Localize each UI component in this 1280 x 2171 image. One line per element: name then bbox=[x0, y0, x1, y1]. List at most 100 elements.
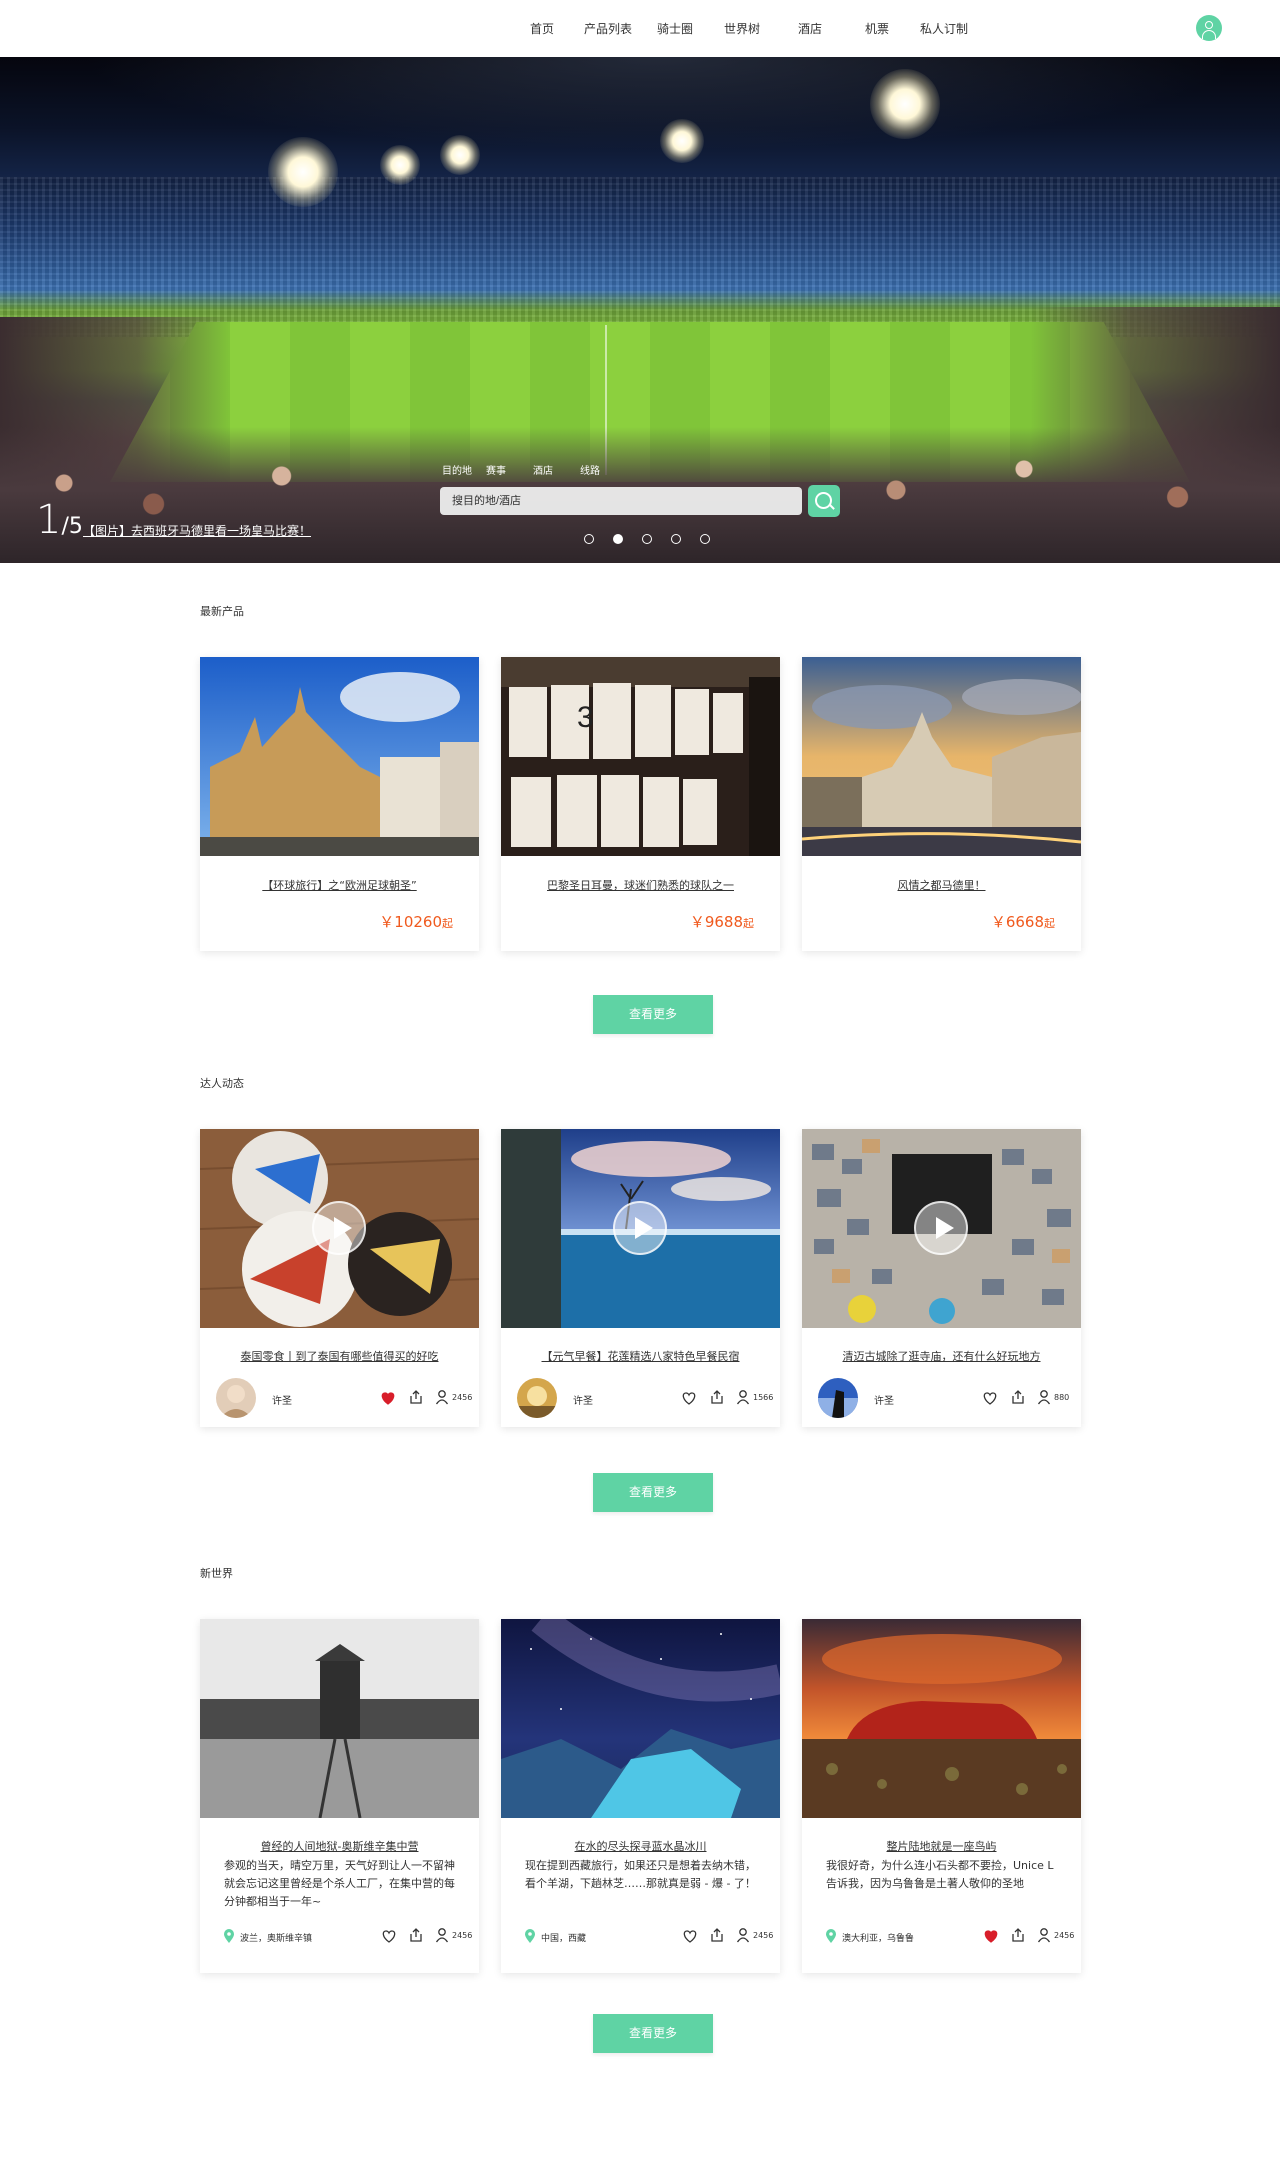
author-name: 许圣 bbox=[272, 1396, 292, 1407]
product-title[interactable]: 巴黎圣日耳曼，球迷们熟悉的球队之一 bbox=[501, 877, 780, 893]
location-text: 中国，西藏 bbox=[541, 1934, 587, 1944]
article-description: 现在提到西藏旅行，如果还只是想着去纳木错，看个羊湖，下趟林芝……那就真是弱 - … bbox=[525, 1859, 756, 1890]
play-video-icon[interactable] bbox=[914, 1201, 968, 1255]
search-input[interactable] bbox=[440, 487, 802, 515]
cathedral-photo bbox=[200, 657, 479, 856]
madrid-street-photo bbox=[802, 657, 1081, 856]
share-icon[interactable] bbox=[1010, 1927, 1026, 1943]
share-icon[interactable] bbox=[408, 1389, 424, 1405]
play-video-icon[interactable] bbox=[312, 1201, 366, 1255]
world-article-card[interactable]: 整片陆地就是一座鸟屿 我很好奇，为什么连小石头都不要捡，Unice L告诉我，因… bbox=[802, 1619, 1081, 1973]
article-title[interactable]: 整片陆地就是一座鸟屿 bbox=[802, 1838, 1081, 1854]
section-title-expert-posts: 达人动态 bbox=[200, 1077, 244, 1090]
avatar[interactable] bbox=[216, 1378, 256, 1418]
product-title[interactable]: 风情之都马德里！ bbox=[802, 877, 1081, 893]
svg-text:3: 3 bbox=[577, 701, 594, 734]
author-name: 许圣 bbox=[573, 1396, 593, 1407]
user-icon bbox=[435, 1390, 449, 1405]
user-icon bbox=[736, 1390, 750, 1405]
jersey-shop-photo: 3 bbox=[501, 657, 780, 856]
avatar[interactable] bbox=[818, 1378, 858, 1418]
location-pin-icon bbox=[224, 1929, 234, 1943]
view-count: 2456 bbox=[753, 1931, 774, 1940]
location-text: 澳大利亚，乌鲁鲁 bbox=[842, 1934, 915, 1944]
view-more-world-button[interactable]: 查看更多 bbox=[593, 2014, 713, 2053]
product-price: ￥10260起 bbox=[379, 913, 453, 931]
carousel-dot[interactable] bbox=[671, 534, 681, 544]
slide-counter: 1/5 bbox=[36, 497, 83, 543]
article-description: 参观的当天，晴空万里，天气好到让人一不留神就会忘记这里曾经是个杀人工厂，在集中营… bbox=[224, 1859, 455, 1908]
search-tab-events[interactable]: 赛事 bbox=[486, 462, 506, 477]
stadium-light bbox=[380, 145, 420, 185]
product-price: ￥9688起 bbox=[689, 913, 754, 931]
nav-item-world-tree[interactable]: 世界树 bbox=[724, 20, 760, 37]
user-icon bbox=[435, 1928, 449, 1943]
search-tab-hotel[interactable]: 酒店 bbox=[533, 462, 553, 477]
heart-icon[interactable] bbox=[983, 1928, 999, 1944]
pool-sunset-photo bbox=[501, 1129, 780, 1328]
heart-icon[interactable] bbox=[380, 1390, 396, 1406]
share-icon[interactable] bbox=[709, 1927, 725, 1943]
post-title[interactable]: 清迈古城除了逛寺庙，还有什么好玩地方 bbox=[802, 1348, 1081, 1364]
nav-item-custom-tour[interactable]: 私人订制 bbox=[920, 20, 968, 37]
heart-icon[interactable] bbox=[681, 1390, 697, 1406]
stadium-light bbox=[870, 69, 940, 139]
view-count: 880 bbox=[1054, 1393, 1070, 1402]
nav-item-home[interactable]: 首页 bbox=[530, 20, 554, 37]
auschwitz-photo bbox=[200, 1619, 479, 1818]
heart-icon[interactable] bbox=[381, 1928, 397, 1944]
product-title[interactable]: 【环球旅行】之“欧洲足球朝圣” bbox=[200, 877, 479, 893]
carousel-dot[interactable] bbox=[613, 534, 623, 544]
location-pin-icon bbox=[525, 1929, 535, 1943]
article-title[interactable]: 曾经的人间地狱-奥斯维辛集中营 bbox=[200, 1838, 479, 1854]
world-article-card[interactable]: 在水的尽头探寻蓝水晶冰川 现在提到西藏旅行，如果还只是想着去纳木错，看个羊湖，下… bbox=[501, 1619, 780, 1973]
carousel-dot[interactable] bbox=[700, 534, 710, 544]
carousel-dot[interactable] bbox=[584, 534, 594, 544]
share-icon[interactable] bbox=[709, 1389, 725, 1405]
user-icon[interactable] bbox=[1196, 15, 1222, 41]
product-card[interactable]: 【环球旅行】之“欧洲足球朝圣” ￥10260起 bbox=[200, 657, 479, 951]
view-more-posts-button[interactable]: 查看更多 bbox=[593, 1473, 713, 1512]
expert-post-card[interactable]: 清迈古城除了逛寺庙，还有什么好玩地方 许圣 880 bbox=[802, 1129, 1081, 1427]
search-tab-routes[interactable]: 线路 bbox=[580, 462, 600, 477]
view-count: 2456 bbox=[452, 1931, 473, 1940]
heart-icon[interactable] bbox=[682, 1928, 698, 1944]
view-count: 2456 bbox=[1054, 1931, 1075, 1940]
section-title-new-world: 新世界 bbox=[200, 1567, 233, 1580]
nav-item-product-list[interactable]: 产品列表 bbox=[584, 20, 632, 37]
heart-icon[interactable] bbox=[982, 1390, 998, 1406]
glacier-night-photo bbox=[501, 1619, 780, 1818]
post-title[interactable]: 【元气早餐】花莲精选八家特色早餐民宿 bbox=[501, 1348, 780, 1364]
product-card[interactable]: 风情之都马德里！ ￥6668起 bbox=[802, 657, 1081, 951]
share-icon[interactable] bbox=[408, 1927, 424, 1943]
nav-item-knight-circle[interactable]: 骑士圈 bbox=[657, 20, 693, 37]
nav-item-hotel[interactable]: 酒店 bbox=[798, 20, 822, 37]
uluru-sunset-photo bbox=[802, 1619, 1081, 1818]
search-tab-destination[interactable]: 目的地 bbox=[442, 462, 472, 477]
nav-item-flights[interactable]: 机票 bbox=[865, 20, 889, 37]
share-icon[interactable] bbox=[1010, 1389, 1026, 1405]
post-title[interactable]: 泰国零食丨到了泰国有哪些值得买的好吃 bbox=[200, 1348, 479, 1364]
product-card[interactable]: 3 巴黎圣日耳曼，球迷们熟悉的球队之一 ￥9688起 bbox=[501, 657, 780, 951]
avatar[interactable] bbox=[517, 1378, 557, 1418]
stadium-light bbox=[660, 119, 704, 163]
author-name: 许圣 bbox=[874, 1396, 894, 1407]
play-video-icon[interactable] bbox=[613, 1201, 667, 1255]
user-icon bbox=[1037, 1390, 1051, 1405]
view-count: 2456 bbox=[452, 1393, 473, 1402]
world-article-card[interactable]: 曾经的人间地狱-奥斯维辛集中营 参观的当天，晴空万里，天气好到让人一不留神就会忘… bbox=[200, 1619, 479, 1973]
stadium-light bbox=[440, 135, 480, 175]
expert-post-card[interactable]: 【元气早餐】花莲精选八家特色早餐民宿 许圣 1566 bbox=[501, 1129, 780, 1427]
article-description: 我很好奇，为什么连小石头都不要捡，Unice L告诉我，因为乌鲁鲁是土著人敬仰的… bbox=[826, 1859, 1054, 1890]
top-navigation: 首页 产品列表 骑士圈 世界树 酒店 机票 私人订制 bbox=[0, 0, 1280, 57]
product-price: ￥6668起 bbox=[990, 913, 1055, 931]
search-button[interactable] bbox=[808, 485, 840, 517]
user-icon bbox=[736, 1928, 750, 1943]
view-more-products-button[interactable]: 查看更多 bbox=[593, 995, 713, 1034]
expert-post-card[interactable]: 泰国零食丨到了泰国有哪些值得买的好吃 许圣 2456 bbox=[200, 1129, 479, 1427]
view-count: 1566 bbox=[753, 1393, 774, 1402]
carousel-dot[interactable] bbox=[642, 534, 652, 544]
location-pin-icon bbox=[826, 1929, 836, 1943]
slide-caption-link[interactable]: 【图片】去西班牙马德里看一场皇马比赛！ bbox=[83, 522, 311, 539]
article-title[interactable]: 在水的尽头探寻蓝水晶冰川 bbox=[501, 1838, 780, 1854]
